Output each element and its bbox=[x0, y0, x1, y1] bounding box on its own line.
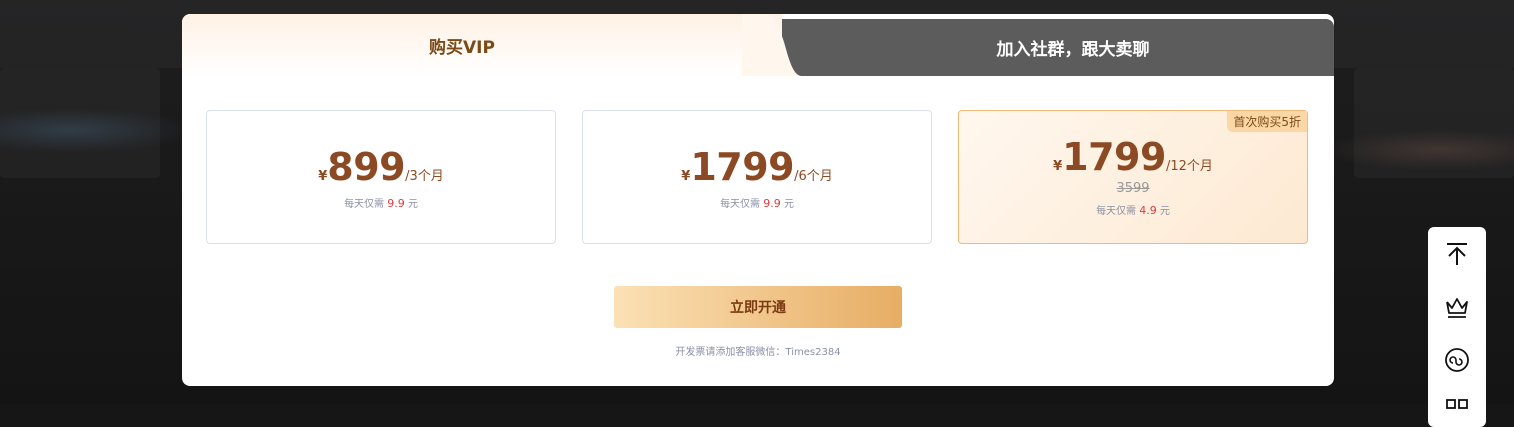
price-period: /6个月 bbox=[794, 169, 833, 184]
daily-unit: 元 bbox=[783, 199, 794, 210]
plan-card-6-months[interactable]: ¥1799/6个月 每天仅需 9.9 元 bbox=[582, 110, 932, 244]
daily-unit: 元 bbox=[1159, 206, 1170, 217]
price-amount: 899 bbox=[327, 145, 406, 189]
price-period: /12个月 bbox=[1165, 159, 1213, 174]
price-line: ¥1799/6个月 bbox=[583, 145, 931, 189]
price-line: ¥899/3个月 bbox=[207, 145, 555, 189]
daily-unit: 元 bbox=[407, 199, 418, 210]
daily-prefix: 每天仅需 bbox=[1096, 206, 1137, 217]
price-period: /3个月 bbox=[405, 169, 444, 184]
apps-icon[interactable] bbox=[1442, 395, 1472, 425]
daily-prefix: 每天仅需 bbox=[720, 199, 761, 210]
price-amount: 1799 bbox=[690, 145, 795, 189]
tab-curve-shape bbox=[742, 14, 802, 76]
activate-now-button[interactable]: 立即开通 bbox=[614, 286, 902, 328]
daily-price: 每天仅需 9.9 元 bbox=[583, 195, 931, 210]
currency-symbol: ¥ bbox=[318, 169, 328, 184]
price-amount: 1799 bbox=[1062, 135, 1166, 179]
price-line: ¥1799/12个月 bbox=[959, 135, 1307, 179]
mini-program-icon[interactable] bbox=[1442, 345, 1472, 375]
daily-prefix: 每天仅需 bbox=[344, 199, 385, 210]
tab-join-community-label: 加入社群，跟大卖聊 bbox=[996, 40, 1150, 60]
plan-card-12-months[interactable]: 首次购买5折 ¥1799/12个月 3599 每天仅需 4.9 元 bbox=[958, 110, 1308, 244]
side-toolbar bbox=[1428, 227, 1486, 427]
backdrop-tile bbox=[0, 68, 160, 178]
daily-value: 4.9 bbox=[1139, 204, 1157, 217]
tab-buy-vip-label: 购买VIP bbox=[429, 37, 495, 58]
tab-join-community[interactable]: 加入社群，跟大卖聊 bbox=[752, 19, 1334, 76]
currency-symbol: ¥ bbox=[681, 169, 691, 184]
back-to-top-icon[interactable] bbox=[1442, 239, 1472, 269]
daily-price: 每天仅需 4.9 元 bbox=[959, 202, 1307, 217]
crown-icon[interactable] bbox=[1442, 292, 1472, 322]
daily-price: 每天仅需 9.9 元 bbox=[207, 195, 555, 210]
daily-value: 9.9 bbox=[763, 197, 781, 210]
backdrop-tile bbox=[1354, 68, 1514, 178]
original-price: 3599 bbox=[1116, 181, 1150, 196]
vip-purchase-panel: 加入社群，跟大卖聊 购买VIP ¥899/3个月 每天仅需 9.9 元 ¥179… bbox=[182, 14, 1334, 386]
daily-value: 9.9 bbox=[387, 197, 405, 210]
tab-buy-vip[interactable]: 购买VIP bbox=[182, 14, 782, 76]
plan-card-3-months[interactable]: ¥899/3个月 每天仅需 9.9 元 bbox=[206, 110, 556, 244]
currency-symbol: ¥ bbox=[1053, 159, 1063, 174]
invoice-note: 开发票请添加客服微信：Times2384 bbox=[675, 347, 841, 358]
discount-badge: 首次购买5折 bbox=[1227, 111, 1307, 132]
